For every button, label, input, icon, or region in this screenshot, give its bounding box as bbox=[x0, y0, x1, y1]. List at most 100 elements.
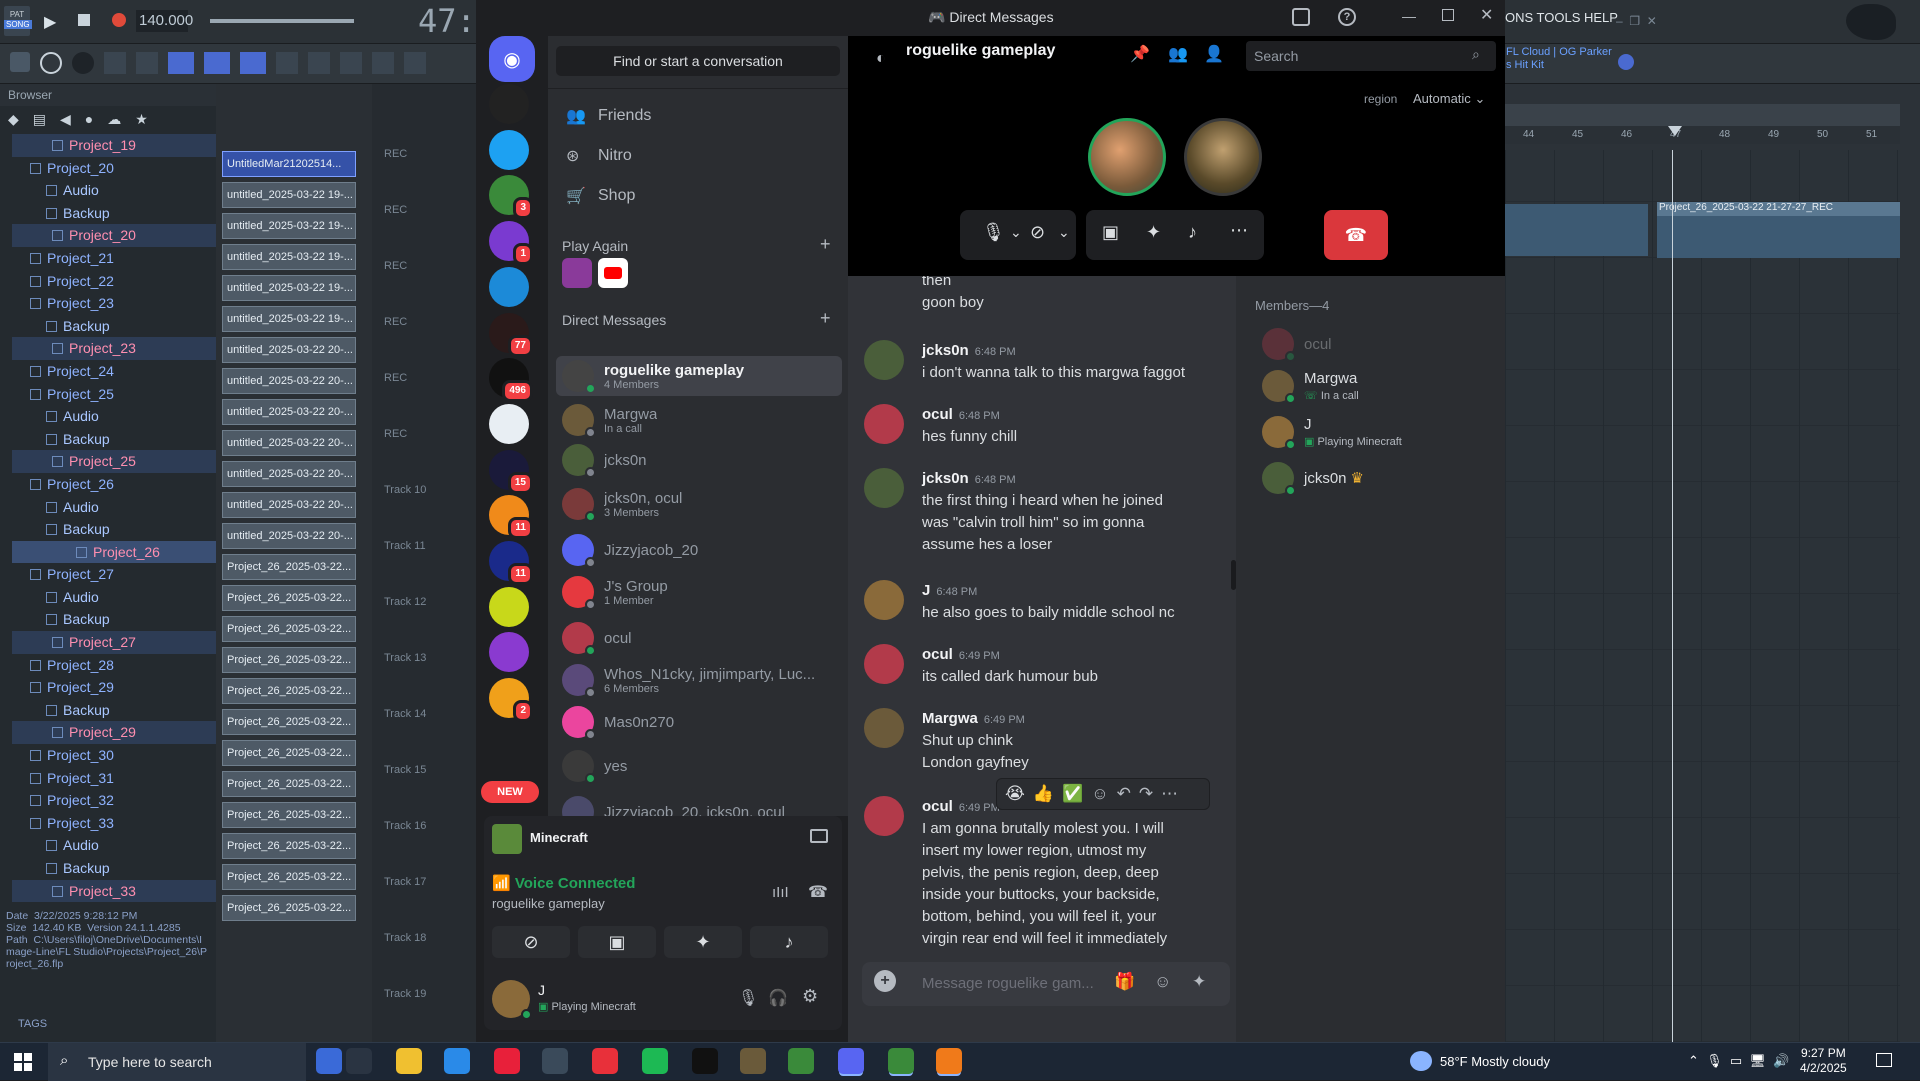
pattern-clip[interactable]: Project_26_2025-03-22... bbox=[222, 740, 356, 766]
fl-menu-right[interactable]: ONS TOOLS HELP bbox=[1505, 10, 1618, 25]
server-icon[interactable] bbox=[489, 586, 529, 627]
emoji-icon[interactable]: ☺ bbox=[1154, 972, 1171, 992]
browser-item[interactable]: Audio bbox=[12, 834, 216, 857]
fl-tool-icons[interactable] bbox=[10, 52, 426, 74]
help-icon[interactable]: ? bbox=[1338, 8, 1356, 26]
browser-item[interactable]: Project_31 bbox=[12, 767, 216, 790]
browser-item[interactable]: Audio bbox=[12, 496, 216, 519]
browser-item[interactable]: Project_20 bbox=[12, 224, 216, 247]
member-item[interactable]: Margwa ☏ In a call bbox=[1262, 366, 1492, 406]
dm-item[interactable]: Jizzyjacob_20 bbox=[556, 530, 842, 570]
weather-text[interactable]: 58°F Mostly cloudy bbox=[1440, 1054, 1550, 1069]
pattern-clip[interactable]: untitled_2025-03-22 20-... bbox=[222, 523, 356, 549]
record-icon[interactable] bbox=[112, 13, 126, 27]
track-header[interactable]: REC bbox=[384, 372, 407, 384]
pattern-clip[interactable]: Project_26_2025-03-22... bbox=[222, 771, 356, 797]
track-header[interactable]: REC bbox=[384, 316, 407, 328]
spotify-icon[interactable] bbox=[642, 1048, 668, 1074]
browser-item[interactable]: Audio bbox=[12, 586, 216, 609]
fl-scroll-overview[interactable] bbox=[1505, 104, 1900, 126]
discord-icon[interactable] bbox=[838, 1048, 864, 1074]
new-unread-pill[interactable]: NEW bbox=[481, 781, 539, 803]
disconnect-icon[interactable]: ☎ bbox=[808, 882, 828, 902]
file-explorer-icon[interactable] bbox=[396, 1048, 422, 1074]
browser-item[interactable]: Project_25 bbox=[12, 383, 216, 406]
camera-button[interactable]: ⊘ bbox=[492, 926, 570, 958]
gift-icon[interactable]: 🎁 bbox=[1114, 972, 1135, 992]
nav-item-friends[interactable]: 👥 Friends bbox=[556, 98, 840, 134]
hang-up-button[interactable]: ☎ bbox=[1324, 210, 1388, 260]
track-header[interactable]: Track 10 bbox=[384, 484, 426, 496]
camera-off-icon[interactable]: ⊘ bbox=[1030, 222, 1045, 243]
master-volume-slider[interactable] bbox=[210, 19, 354, 23]
browser-item[interactable]: Project_33 bbox=[12, 879, 216, 903]
reaction-emoji[interactable]: 😭 bbox=[1005, 784, 1025, 804]
call-participant-avatar[interactable] bbox=[1184, 118, 1262, 196]
reply-icon[interactable]: ↶ bbox=[1117, 784, 1131, 804]
track-header[interactable]: Track 16 bbox=[384, 820, 426, 832]
notifications-icon[interactable] bbox=[1876, 1053, 1892, 1067]
pattern-clip[interactable]: Project_26_2025-03-22... bbox=[222, 802, 356, 828]
mic-icon[interactable]: 🎙 bbox=[738, 988, 758, 1008]
browser-item[interactable]: Audio bbox=[12, 179, 216, 202]
activities-button[interactable]: ✦ bbox=[664, 926, 742, 958]
server-icon[interactable]: 2 bbox=[489, 678, 533, 723]
pattern-clip[interactable]: Project_26_2025-03-22... bbox=[222, 616, 356, 642]
taskbar-search[interactable]: ⌕ Type here to search bbox=[48, 1043, 306, 1081]
chevron-down-icon[interactable]: ⌄ bbox=[1058, 224, 1070, 241]
discord-home-icon[interactable]: ◉ bbox=[489, 36, 535, 82]
voice-channel-name[interactable]: roguelike gameplay bbox=[492, 896, 605, 911]
browser-item[interactable]: Project_21 bbox=[12, 247, 216, 270]
call-participant-avatar[interactable] bbox=[1088, 118, 1166, 196]
track-header[interactable]: REC bbox=[384, 428, 407, 440]
settings-app-icon[interactable] bbox=[542, 1048, 568, 1074]
fl-playlist-grid[interactable] bbox=[1505, 150, 1900, 1042]
nav-item-shop[interactable]: 🛒 Shop bbox=[556, 178, 840, 214]
server-icon[interactable] bbox=[489, 266, 529, 307]
message-author[interactable]: jcks0n bbox=[922, 470, 969, 487]
pattern-clip[interactable]: Project_26_2025-03-22... bbox=[222, 833, 356, 859]
pattern-clip[interactable]: untitled_2025-03-22 20-... bbox=[222, 461, 356, 487]
pattern-clip[interactable]: untitled_2025-03-22 20-... bbox=[222, 430, 356, 456]
server-icon[interactable]: 3 bbox=[489, 175, 533, 220]
browser-item[interactable]: Backup bbox=[12, 202, 216, 225]
game-icon[interactable] bbox=[740, 1048, 766, 1074]
reaction-emoji[interactable]: 👍 bbox=[1033, 784, 1054, 804]
game-icon-1[interactable] bbox=[562, 258, 592, 288]
message-avatar[interactable] bbox=[864, 340, 904, 380]
track-header[interactable]: Track 11 bbox=[384, 540, 426, 552]
browser-item[interactable]: Audio bbox=[12, 405, 216, 428]
pattern-clip[interactable]: untitled_2025-03-22 20-... bbox=[222, 368, 356, 394]
member-item[interactable]: ocul bbox=[1262, 324, 1492, 364]
pattern-clip[interactable]: Project_26_2025-03-22... bbox=[222, 554, 356, 580]
track-header[interactable]: Track 17 bbox=[384, 876, 426, 888]
pattern-clip[interactable]: UntitledMar21202514... bbox=[222, 151, 356, 177]
pattern-clip[interactable]: untitled_2025-03-22 19-... bbox=[222, 213, 356, 239]
weather-icon[interactable] bbox=[1410, 1051, 1432, 1071]
browser-item[interactable]: Backup bbox=[12, 699, 216, 722]
message-author[interactable]: ocul bbox=[922, 798, 953, 815]
server-icon[interactable]: 11 bbox=[489, 541, 533, 585]
server-icon[interactable] bbox=[489, 84, 529, 124]
member-item[interactable]: J ▣ Playing Minecraft bbox=[1262, 412, 1492, 452]
dm-item[interactable]: Whos_N1cky, jimjimparty, Luc... 6 Members bbox=[556, 660, 842, 700]
activity-card[interactable]: Minecraft bbox=[484, 816, 842, 862]
track-header[interactable]: Track 13 bbox=[384, 652, 426, 664]
pattern-clip[interactable]: Project_26_2025-03-22... bbox=[222, 678, 356, 704]
pattern-clip[interactable]: untitled_2025-03-22 20-... bbox=[222, 492, 356, 518]
headphones-icon[interactable]: 🎧 bbox=[768, 988, 788, 1008]
activities-icon[interactable]: ✦ bbox=[1146, 222, 1161, 243]
browser-item[interactable]: Project_23 bbox=[12, 292, 216, 315]
more-options-icon[interactable]: ⋯ bbox=[1161, 784, 1178, 804]
track-header[interactable]: REC bbox=[384, 260, 407, 272]
reaction-emoji[interactable]: ✅ bbox=[1062, 784, 1083, 804]
add-friends-icon[interactable]: 👥 bbox=[1168, 44, 1188, 64]
fl-window-controls[interactable]: – ❐ ✕ bbox=[1616, 14, 1657, 28]
browser-item[interactable]: Project_28 bbox=[12, 654, 216, 677]
dm-item[interactable]: Margwa In a call bbox=[556, 400, 842, 440]
fl-plugin-hint[interactable]: FL Cloud | OG Parker s Hit Kit bbox=[1506, 46, 1612, 72]
tray-icons[interactable]: ⌃ 🎙 ▭ 🖥 🔊 bbox=[1688, 1053, 1789, 1069]
dm-item[interactable]: jcks0n bbox=[556, 440, 842, 480]
opera-icon[interactable] bbox=[494, 1048, 520, 1074]
fl-cloud-icon[interactable] bbox=[1618, 54, 1634, 70]
